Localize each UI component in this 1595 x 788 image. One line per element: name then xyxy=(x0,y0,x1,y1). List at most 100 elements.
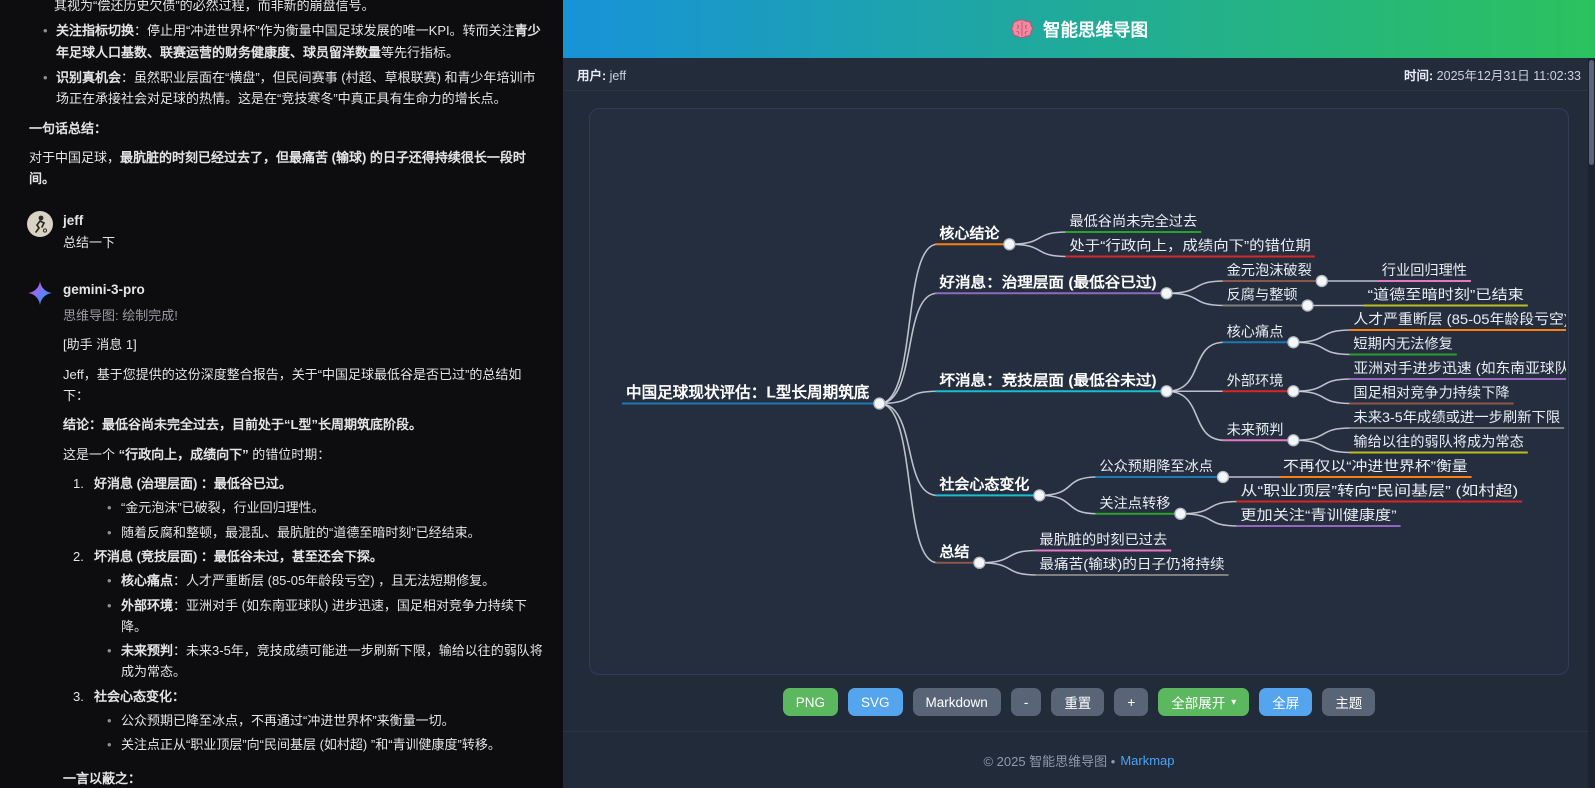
mindmap-node[interactable]: 未来预判 xyxy=(1227,421,1284,437)
mindmap-node[interactable]: 人才严重断层 (85-05年龄段亏空) xyxy=(1353,311,1566,327)
text-segment: “金元泡沫”已破裂，行业回归理性。 xyxy=(121,500,325,515)
mindmap-node[interactable]: 更加关注“青训健康度” xyxy=(1240,507,1397,523)
list-title: 好消息 (治理层面) ：最低谷已过。 xyxy=(94,476,292,491)
mindmap-link xyxy=(1009,232,1067,244)
mindmap-collapse-circle[interactable] xyxy=(1316,276,1327,287)
user-avatar[interactable] xyxy=(27,211,53,237)
mindmap-node[interactable]: 坏消息：竞技层面 (最低谷未过) xyxy=(939,371,1156,389)
assistant-message: gemini-3-pro 思维导图: 绘制完成! [助手 消息 1] Jeff，… xyxy=(29,279,547,788)
mindmap-collapse-circle[interactable] xyxy=(1218,472,1229,483)
fullscreen-button[interactable]: 全屏 xyxy=(1259,688,1312,716)
mindmap-collapse-circle[interactable] xyxy=(1288,435,1299,446)
mindmap-collapse-circle[interactable] xyxy=(1175,508,1186,519)
zoom-in-button[interactable]: + xyxy=(1114,688,1148,716)
expand-all-button[interactable]: 全部展开▾ xyxy=(1158,688,1249,716)
summary-paragraph: 对于中国足球，最肮脏的时刻已经过去了，但最痛苦 (输球) 的日子还得持续很长一段… xyxy=(29,147,547,190)
mindmap-collapse-circle[interactable] xyxy=(1034,490,1045,501)
mindmap-node[interactable]: 国足相对竞争力持续下降 xyxy=(1353,385,1509,401)
mindmap-node[interactable]: “道德至暗时刻”已结束 xyxy=(1368,287,1524,303)
mindmap-node[interactable]: 核心痛点 xyxy=(1227,323,1284,339)
mindmap-node[interactable]: 好消息：治理层面 (最低谷已过) xyxy=(938,273,1156,291)
mindmap-node[interactable]: 关注点转移 xyxy=(1099,495,1170,511)
mindmap-node[interactable]: 处于“行政向上，成绩向下”的错位期 xyxy=(1069,238,1310,254)
button-label: SVG xyxy=(861,695,890,710)
text-segment: 关注点正从“职业顶层”向“民间基层 (如村超) ”和“青训健康度”转移。 xyxy=(121,737,501,752)
list-item: 核心痛点：人才严重断层 (85-05年龄段亏空) ，且无法短期修复。 xyxy=(107,570,547,591)
mindmap-collapse-circle[interactable] xyxy=(1302,300,1313,311)
mindmap-node[interactable]: 输给以往的弱队将成为常态 xyxy=(1353,434,1523,450)
mindmap-link xyxy=(1039,477,1097,495)
mindmap-collapse-circle[interactable] xyxy=(1288,337,1299,348)
text-segment: 等先行指标。 xyxy=(381,45,459,60)
mindmap-link xyxy=(1293,391,1351,403)
scrollbar[interactable] xyxy=(1588,58,1595,788)
list-item: 外部环境：亚洲对手 (如东南亚球队) 进步迅速，国足相对竞争力持续下降。 xyxy=(107,595,547,638)
list-number: 2. xyxy=(73,546,84,567)
mindmap-node[interactable]: 中国足球现状评估：L型长周期筑底 xyxy=(626,383,870,402)
mindmap-link xyxy=(1167,293,1225,305)
mindmap-collapse-circle[interactable] xyxy=(974,557,985,568)
list-item: 2. 坏消息 (竞技层面) ：最低谷未过，甚至还会下探。 核心痛点：人才严重断层… xyxy=(73,546,547,683)
theme-button[interactable]: 主题 xyxy=(1322,688,1375,716)
reset-button[interactable]: 重置 xyxy=(1051,688,1104,716)
text-segment: 这是一个 xyxy=(63,447,119,462)
mindmap-canvas[interactable]: 中国足球现状评估：L型长周期筑底 核心结论 最低谷尚未完全过去处于“行政向上，成绩向… xyxy=(589,108,1569,675)
mindmap-node[interactable]: 外部环境 xyxy=(1227,372,1284,388)
text-segment: 对于中国足球， xyxy=(29,150,120,165)
zoom-out-button[interactable]: - xyxy=(1011,688,1042,716)
assistant-avatar[interactable] xyxy=(27,280,53,306)
export-svg-button[interactable]: SVG xyxy=(848,688,903,716)
text-segment: 随着反腐和整顿，最混乱、最肮脏的“道德至暗时刻”已经结束。 xyxy=(121,525,481,540)
mindmap-link xyxy=(1293,342,1351,354)
button-label: - xyxy=(1024,695,1029,710)
text-segment: ：停止用“冲进世界杯”作为衡量中国足球发展的唯一KPI。转而关注 xyxy=(134,23,515,38)
list-item: 未来预判：未来3-5年，竞技成绩可能进一步刷新下限，输给以往的弱队将成为常态。 xyxy=(107,640,547,683)
user-label: 用户: xyxy=(577,69,606,83)
markmap-link[interactable]: Markmap xyxy=(1120,753,1174,768)
mindmap-node[interactable]: 最痛苦(输球)的日子仍将持续 xyxy=(1039,556,1224,572)
list-number: 1. xyxy=(73,473,84,494)
button-label: 全屏 xyxy=(1272,692,1299,712)
runner-icon xyxy=(29,213,51,235)
list-item: 公众预期已降至冰点，不再通过“冲进世界杯”来衡量一切。 xyxy=(107,710,547,731)
list-item: “金元泡沫”已破裂，行业回归理性。 xyxy=(107,497,547,518)
mindmap-node[interactable]: 总结 xyxy=(939,543,969,561)
mindmap-node[interactable]: 核心结论 xyxy=(939,224,1000,242)
assistant-status: 思维导图: 绘制完成! xyxy=(63,305,547,326)
mindmap-node[interactable]: 从“职业顶层”转向“民间基层” (如村超) xyxy=(1240,483,1518,499)
brain-icon xyxy=(1010,18,1034,40)
mindmap-node[interactable]: 不再仅以“冲进世界杯”衡量 xyxy=(1283,458,1468,474)
mindmap-link xyxy=(1293,379,1351,391)
export-png-button[interactable]: PNG xyxy=(783,688,838,716)
text-segment: 外部环境 xyxy=(121,598,173,613)
mindmap-node[interactable]: 反腐与整顿 xyxy=(1227,287,1298,303)
mindmap-collapse-circle[interactable] xyxy=(1004,239,1015,250)
button-label: 主题 xyxy=(1335,692,1362,712)
mindmap-collapse-circle[interactable] xyxy=(1161,386,1172,397)
mindmap-node[interactable]: 最肮脏的时刻已过去 xyxy=(1039,532,1167,548)
mindmap-collapse-circle[interactable] xyxy=(874,398,885,409)
assistant-name: gemini-3-pro xyxy=(63,279,547,301)
mindmap-node[interactable]: 行业回归理性 xyxy=(1382,262,1467,278)
time-info: 时间: 2025年12月31日 11:02:33 xyxy=(1404,65,1581,84)
map-main-area: 中国足球现状评估：L型长周期筑底 核心结论 最低谷尚未完全过去处于“行政向上，成绩向… xyxy=(563,91,1595,731)
mindmap-svg[interactable]: 中国足球现状评估：L型长周期筑底 核心结论 最低谷尚未完全过去处于“行政向上，成绩向… xyxy=(590,109,1566,675)
mindmap-node[interactable]: 社会心态变化 xyxy=(938,475,1030,493)
export-markdown-button[interactable]: Markdown xyxy=(913,688,1001,716)
mindmap-link xyxy=(1167,391,1225,440)
scrollbar-thumb[interactable] xyxy=(1589,60,1594,165)
mindmap-node[interactable]: 短期内无法修复 xyxy=(1353,336,1452,352)
map-toolbar: PNG SVG Markdown - 重置 + 全部展开▾ 全屏 主题 xyxy=(589,675,1569,731)
mindmap-node[interactable]: 最低谷尚未完全过去 xyxy=(1069,213,1197,229)
mindmap-collapse-circle[interactable] xyxy=(1161,288,1172,299)
mindmap-node[interactable]: 公众预期降至冰点 xyxy=(1099,458,1213,474)
text-segment: 的错位时期： xyxy=(249,447,331,462)
mindmap-node[interactable]: 亚洲对手进步迅速 (如东南亚球队) xyxy=(1353,360,1566,376)
chat-scroll-area[interactable]: 其视为“偿还历史欠债”的必然过程，而非新的崩盘信号。 关注指标切换：停止用“冲进… xyxy=(0,0,563,788)
mindmap-node[interactable]: 未来3-5年成绩或进一步刷新下限 xyxy=(1353,409,1560,425)
app-title: 智能思维导图 xyxy=(1043,17,1148,42)
mindmap-collapse-circle[interactable] xyxy=(1288,386,1299,397)
mindmap-link xyxy=(1167,342,1225,391)
mindmap-node[interactable]: 金元泡沫破裂 xyxy=(1227,262,1312,278)
text-segment: ：人才严重断层 (85-05年龄段亏空) ，且无法短期修复。 xyxy=(173,573,495,588)
